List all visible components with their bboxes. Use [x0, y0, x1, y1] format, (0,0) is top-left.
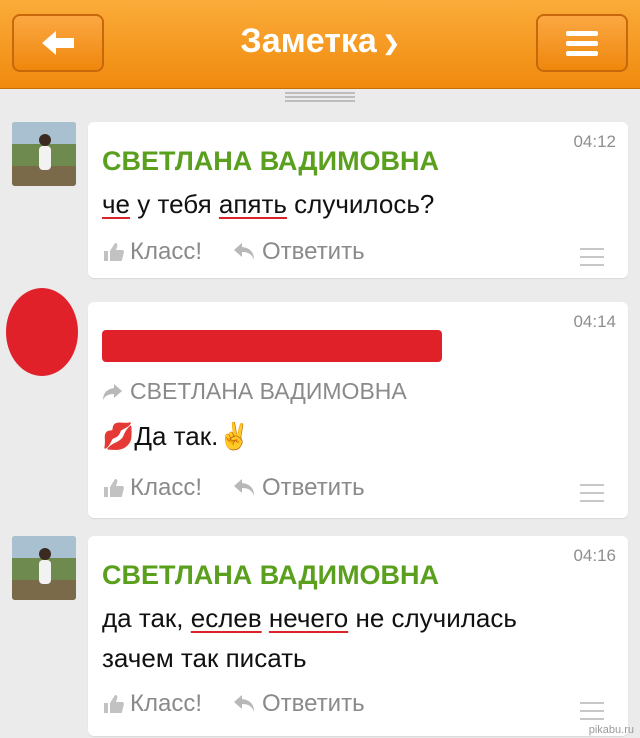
message-text: да так, еслев нечего не случилась зачем …: [102, 598, 608, 678]
forwarded-from[interactable]: СВЕТЛАНА ВАДИМОВНА: [102, 378, 407, 405]
message-actions: Класс! Ответить: [102, 474, 395, 502]
thumbs-up-icon: [104, 695, 124, 713]
message-card: 04:12 СВЕТЛАНА ВАДИМОВНА че у тебя апять…: [88, 122, 628, 278]
like-label: Класс!: [130, 474, 202, 501]
page-title-text: Заметка: [240, 22, 377, 60]
watermark: pikabu.ru: [588, 724, 634, 736]
message-time: 04:12: [573, 132, 616, 151]
text-part: случилось?: [286, 189, 435, 219]
like-button[interactable]: Класс!: [102, 690, 202, 718]
text-part: зачем так писать: [102, 643, 307, 673]
pull-handle[interactable]: [285, 92, 355, 104]
text-part: нечего: [268, 603, 349, 633]
avatar[interactable]: [2, 286, 78, 382]
hamburger-icon: [566, 31, 598, 56]
victory-hand-emoji-icon: ✌: [218, 421, 251, 451]
text-part: да так,: [102, 603, 191, 633]
thumbs-up-icon: [104, 243, 124, 261]
avatar-photo: [12, 536, 76, 600]
message-actions: Класс! Ответить: [102, 690, 395, 718]
text-part: Да так.: [134, 421, 219, 451]
text-part: че: [102, 189, 131, 219]
forward-icon: [103, 383, 122, 400]
text-part: у тебя: [130, 189, 219, 219]
author-name[interactable]: СВЕТЛАНА ВАДИМОВНА: [102, 146, 439, 177]
text-part: еслев: [190, 603, 262, 633]
top-bar: Заметка ❯: [0, 0, 640, 89]
like-label: Класс!: [130, 238, 202, 265]
chevron-down-icon: ❯: [382, 32, 400, 55]
like-label: Класс!: [130, 690, 202, 717]
avatar[interactable]: [12, 122, 76, 186]
message-card: 04:16 СВЕТЛАНА ВАДИМОВНА да так, еслев н…: [88, 536, 628, 736]
message-text: че у тебя апять случилось?: [102, 184, 608, 224]
avatar[interactable]: [12, 536, 76, 600]
reply-label: Ответить: [262, 238, 365, 265]
more-menu-icon[interactable]: [580, 248, 604, 272]
message-text: 💋Да так.✌: [102, 416, 608, 456]
more-menu-icon[interactable]: [580, 484, 604, 508]
like-button[interactable]: Класс!: [102, 238, 202, 266]
reply-icon: [234, 479, 254, 496]
avatar-redacted: [6, 288, 78, 376]
text-part: [262, 603, 269, 633]
kiss-emoji-icon: 💋: [102, 421, 135, 451]
message-actions: Класс! Ответить: [102, 238, 395, 266]
author-name[interactable]: СВЕТЛАНА ВАДИМОВНА: [102, 560, 439, 591]
more-menu-icon[interactable]: [580, 702, 604, 726]
reply-icon: [234, 695, 254, 712]
text-part: апять: [218, 189, 287, 219]
reply-button[interactable]: Ответить: [232, 474, 365, 502]
forwarded-author: СВЕТЛАНА ВАДИМОВНА: [130, 378, 407, 404]
like-button[interactable]: Класс!: [102, 474, 202, 502]
reply-label: Ответить: [262, 690, 365, 717]
reply-icon: [234, 243, 254, 260]
avatar-photo: [12, 122, 76, 186]
thumbs-up-icon: [104, 479, 124, 497]
text-part: не случилась: [348, 603, 517, 633]
redacted-author-name: [102, 330, 442, 362]
reply-label: Ответить: [262, 474, 365, 501]
menu-button[interactable]: [536, 14, 628, 72]
message-time: 04:16: [573, 546, 616, 565]
message-card: 04:14 СВЕТЛАНА ВАДИМОВНА 💋Да так.✌ Класс…: [88, 302, 628, 518]
message-time: 04:14: [573, 312, 616, 331]
reply-button[interactable]: Ответить: [232, 690, 365, 718]
reply-button[interactable]: Ответить: [232, 238, 365, 266]
